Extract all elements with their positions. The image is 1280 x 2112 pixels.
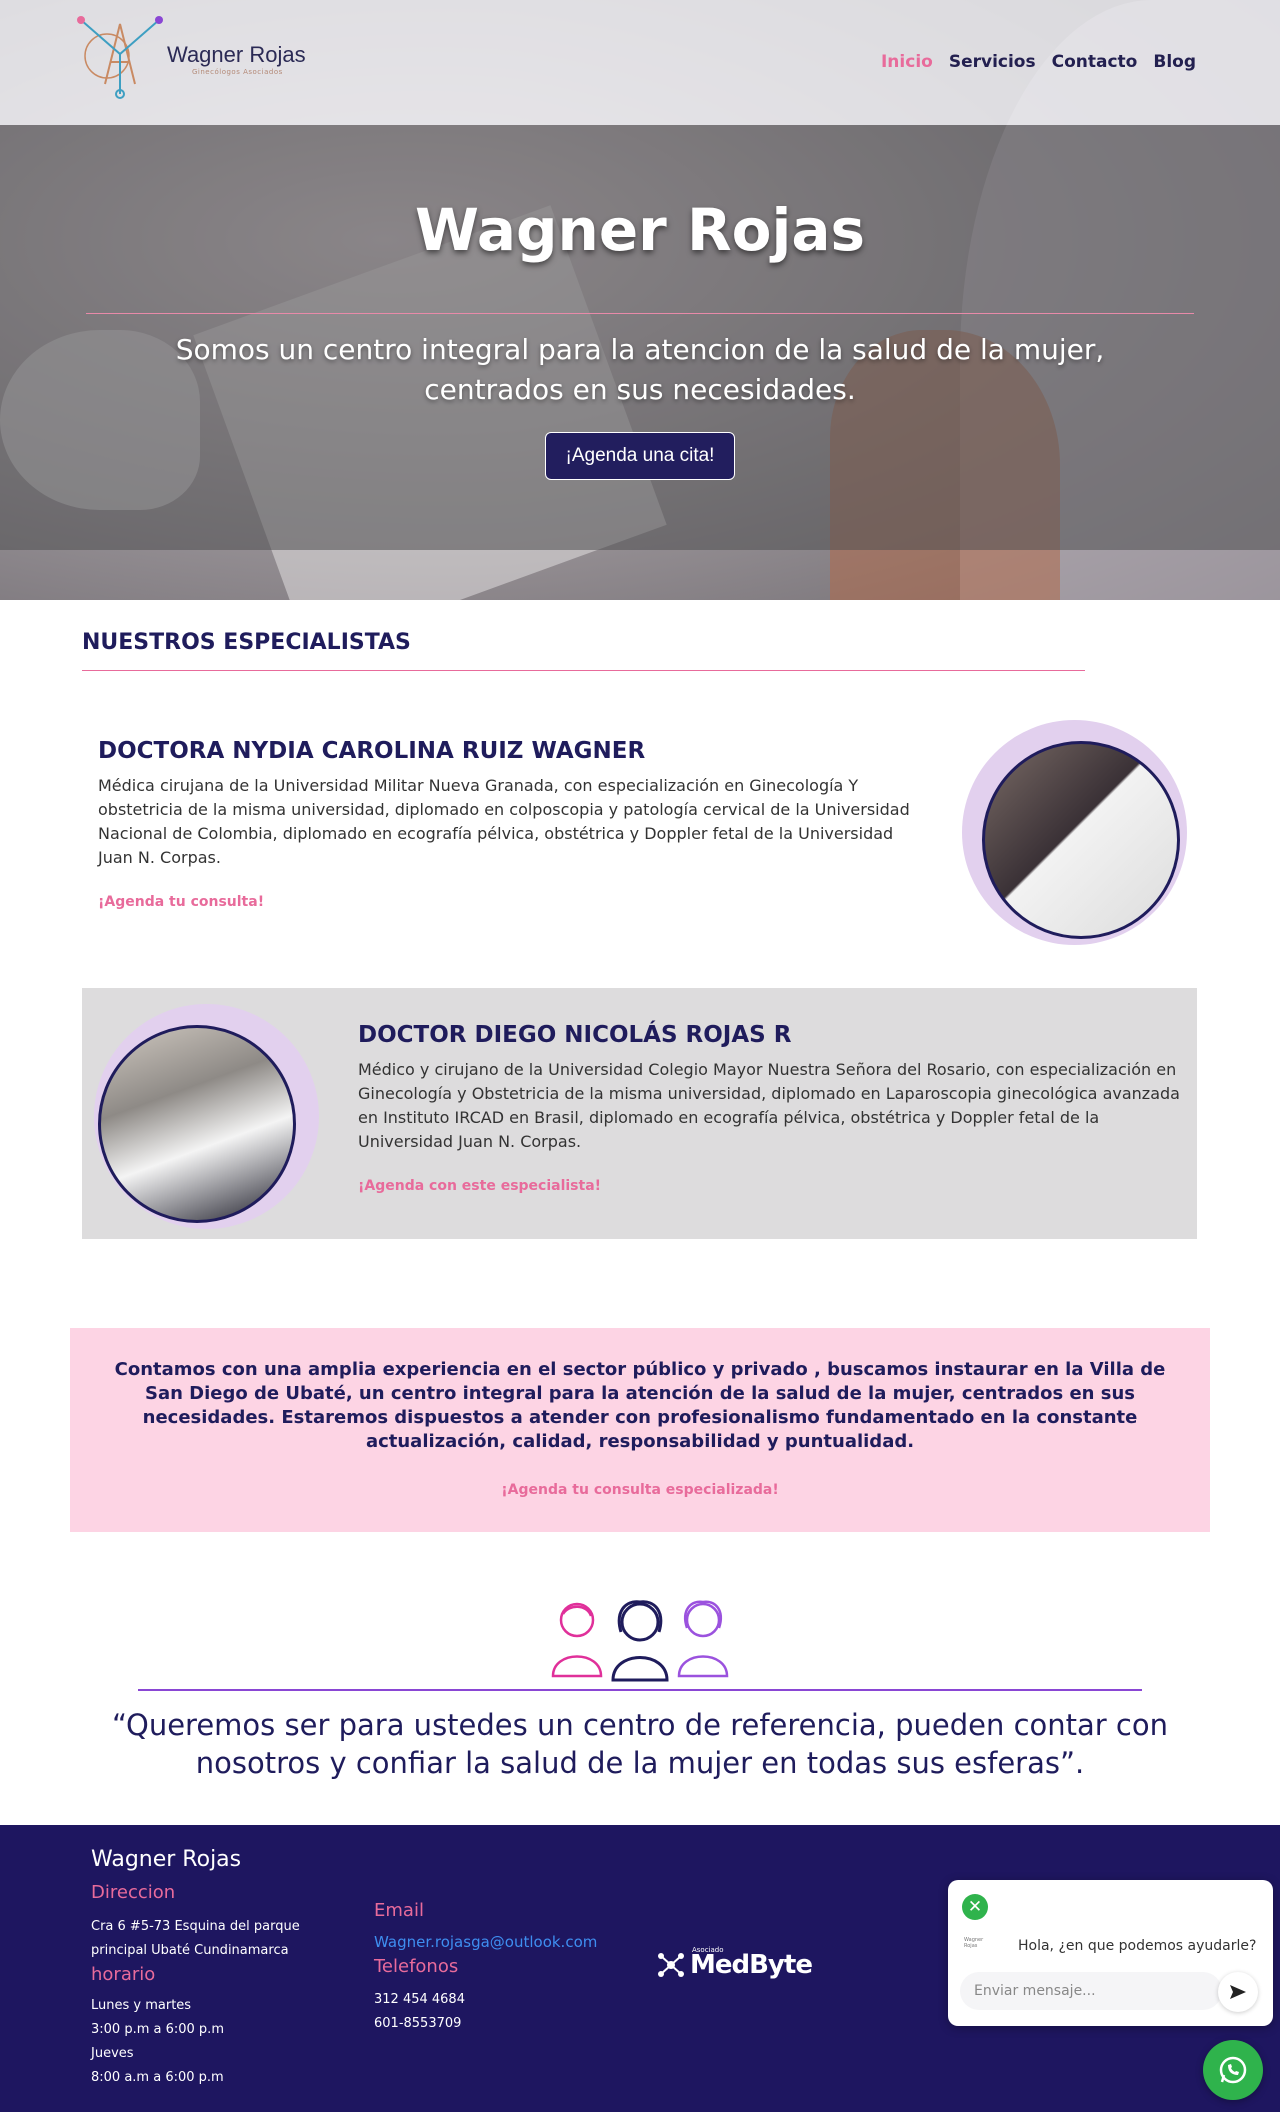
medbyte-partner-logo[interactable]: Asociado MedByte	[656, 1946, 813, 1980]
phones-text: 312 454 4684 601-8553709	[374, 1988, 465, 2036]
book-appointment-button[interactable]: ¡Agenda una cita!	[545, 432, 735, 480]
phone-line[interactable]: 601-8553709	[374, 2012, 465, 2036]
quote-divider	[138, 1689, 1142, 1691]
specialists-divider	[82, 670, 1085, 671]
doctor-card-rojas: DOCTOR DIEGO NICOLÁS ROJAS R Médico y ci…	[358, 1022, 1188, 1194]
medbyte-icon	[658, 1953, 684, 1977]
doctor-name: DOCTOR DIEGO NICOLÁS ROJAS R	[358, 1022, 792, 1048]
email-title: Email	[374, 1900, 424, 1921]
address-line: principal Ubaté Cundinamarca	[91, 1943, 289, 1958]
nav-item-servicios[interactable]: Servicios	[949, 52, 1036, 72]
book-doctor-ruiz-link[interactable]: ¡Agenda tu consulta!	[98, 894, 264, 910]
close-icon[interactable]: ✕	[962, 1894, 988, 1920]
hero-subtitle: Somos un centro integral para la atencio…	[175, 333, 1105, 406]
brand-name: Wagner Rojas	[167, 42, 306, 67]
chat-brand-logo: Wagner Rojas	[964, 1937, 984, 1949]
nav-item-contacto[interactable]: Contacto	[1052, 52, 1138, 72]
doctor-rojas-avatar	[98, 1025, 296, 1223]
send-icon[interactable]	[1218, 1972, 1258, 2012]
hours-line: Lunes y martes	[91, 1998, 192, 2013]
doctor-card-ruiz: DOCTORA NYDIA CAROLINA RUIZ WAGNER Médic…	[98, 738, 918, 910]
hours-line: 8:00 a.m a 6:00 p.m	[91, 2070, 224, 2085]
footer-brand: Wagner Rojas	[91, 1847, 242, 1872]
email-link[interactable]: Wagner.rojasga@outlook.com	[374, 1933, 597, 1951]
experience-text: Contamos con una amplia experiencia en e…	[114, 1359, 1166, 1452]
book-specialized-link[interactable]: ¡Agenda tu consulta especializada!	[0, 1482, 1280, 1498]
chat-greeting: Hola, ¿en que podemos ayudarle?	[1018, 1938, 1257, 1954]
hours-line: 3:00 p.m a 6:00 p.m	[91, 2022, 224, 2037]
chat-message-input[interactable]	[960, 1972, 1222, 2010]
main-nav: Inicio Servicios Contacto Blog	[881, 52, 1196, 72]
mission-quote: “Queremos ser para ustedes un centro de …	[112, 1708, 1168, 1780]
hours-line: Jueves	[91, 2046, 134, 2061]
nav-item-blog[interactable]: Blog	[1153, 52, 1196, 72]
doctor-name: DOCTORA NYDIA CAROLINA RUIZ WAGNER	[98, 738, 646, 764]
book-doctor-rojas-link[interactable]: ¡Agenda con este especialista!	[358, 1178, 601, 1194]
hours-title: horario	[91, 1964, 156, 1985]
whatsapp-glyph	[1219, 2056, 1247, 2084]
hero-title: Wagner Rojas	[414, 196, 866, 264]
address-text: Cra 6 #5-73 Esquina del parque principal…	[91, 1915, 300, 1963]
phone-line[interactable]: 312 454 4684	[374, 1988, 465, 2012]
doctor-bio: Médico y cirujano de la Universidad Cole…	[358, 1060, 1180, 1151]
women-group-icon	[551, 1600, 729, 1682]
partner-name: MedByte	[690, 1950, 813, 1980]
nav-item-inicio[interactable]: Inicio	[881, 52, 933, 72]
chat-widget: ✕ Wagner Rojas Hola, ¿en que podemos ayu…	[948, 1880, 1273, 2026]
doctor-ruiz-avatar	[982, 741, 1180, 939]
brand-subtitle: Ginecólogos Asociados	[192, 68, 283, 76]
doctor-bio: Médica cirujana de la Universidad Milita…	[98, 776, 910, 867]
specialists-title: NUESTROS ESPECIALISTAS	[82, 630, 411, 655]
phones-title: Telefonos	[374, 1956, 459, 1977]
hero-section	[0, 0, 1280, 600]
partner-small-label: Asociado	[692, 1946, 724, 1954]
hours-text: Lunes y martes 3:00 p.m a 6:00 p.m Jueve…	[91, 1994, 224, 2090]
address-title: Direccion	[91, 1882, 176, 1903]
address-line: Cra 6 #5-73 Esquina del parque	[91, 1919, 300, 1934]
brand-logo-icon[interactable]	[75, 14, 165, 100]
whatsapp-icon[interactable]	[1203, 2040, 1263, 2100]
send-arrow-glyph	[1230, 1985, 1246, 1999]
hero-divider	[86, 313, 1194, 314]
